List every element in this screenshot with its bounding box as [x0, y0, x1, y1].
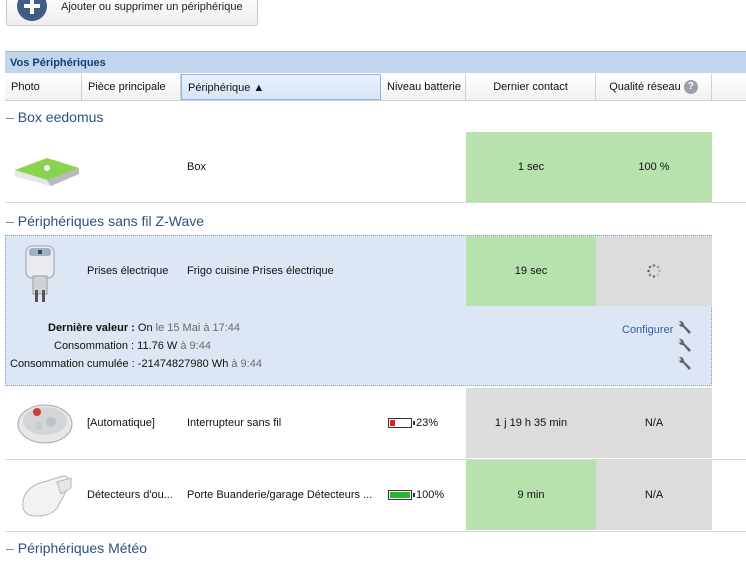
help-icon[interactable]: ?: [683, 80, 698, 95]
column-last-contact[interactable]: Dernier contact: [466, 74, 596, 100]
device-room[interactable]: Prises électrique: [87, 236, 181, 306]
device-name[interactable]: Porte Buanderie/garage Détecteurs ...: [187, 460, 381, 530]
column-network-label: Qualité réseau: [609, 81, 681, 93]
network-quality: N/A: [596, 388, 712, 458]
configure-link[interactable]: Configurer: [622, 324, 673, 336]
spinner-icon: [647, 264, 661, 278]
group-label: Box eedomus: [17, 109, 104, 125]
network-quality: 100 %: [596, 132, 712, 202]
panel-title: Vos Périphériques: [10, 57, 106, 69]
table-row-selected[interactable]: Prises électrique Frigo cuisine Prises é…: [5, 236, 746, 306]
row-divider: [5, 531, 746, 532]
table-row[interactable]: [Automatique] Interrupteur sans fil 23% …: [5, 388, 746, 458]
device-room[interactable]: Détecteurs d'ou...: [87, 460, 181, 530]
device-name[interactable]: Box: [187, 132, 377, 202]
group-meteo[interactable]: – Périphériques Météo: [5, 540, 746, 562]
battery-level: 100%: [388, 460, 466, 530]
detail-last-value: Dernière valeur : On le 15 Mai à 17:44: [48, 322, 240, 334]
column-device[interactable]: Périphérique ▲: [181, 74, 381, 100]
row-divider: [5, 202, 746, 203]
add-remove-device-label: Ajouter ou supprimer un périphérique: [61, 1, 243, 13]
device-name[interactable]: Interrupteur sans fil: [187, 388, 381, 458]
device-name[interactable]: Frigo cuisine Prises électrique: [187, 236, 381, 306]
network-quality: N/A: [596, 460, 712, 530]
last-contact: 1 j 19 h 35 min: [466, 388, 596, 458]
detail-last-value-time: le 15 Mai à 17:44: [155, 322, 241, 334]
group-label: Périphériques Météo: [17, 540, 147, 556]
detail-cumulative: Consommation cumulée : -21474827980 Wh à…: [10, 358, 262, 370]
column-photo[interactable]: Photo: [5, 74, 82, 100]
group-zwave[interactable]: – Périphériques sans fil Z-Wave: [5, 213, 746, 235]
wrench-icon[interactable]: [676, 320, 692, 336]
detail-last-value-value: On: [137, 322, 153, 334]
table-row[interactable]: Box 1 sec 100 %: [5, 132, 746, 202]
last-contact: 9 min: [466, 460, 596, 530]
column-network[interactable]: Qualité réseau?: [596, 74, 712, 100]
column-header-row: Photo Pièce principale Périphérique ▲ Ni…: [5, 74, 746, 101]
device-room[interactable]: [Automatique]: [87, 388, 181, 458]
last-contact: 1 sec: [466, 132, 596, 202]
battery-level: 23%: [388, 388, 466, 458]
battery-icon: [388, 490, 415, 500]
detail-consumption-value: 11.76 W: [137, 340, 178, 352]
wrench-icon[interactable]: [676, 338, 692, 354]
battery-value: 23%: [416, 417, 439, 429]
network-quality: [596, 236, 712, 306]
table-row[interactable]: Détecteurs d'ou... Porte Buanderie/garag…: [5, 460, 746, 530]
battery-value: 100%: [416, 489, 445, 501]
wrench-icon[interactable]: [676, 356, 692, 372]
add-icon: [17, 0, 47, 21]
last-contact: 19 sec: [466, 236, 596, 306]
detail-last-value-label: Dernière valeur :: [48, 322, 135, 334]
panel-header: Vos Périphériques: [5, 51, 746, 73]
device-photo-door-sensor: [17, 472, 77, 520]
column-room[interactable]: Pièce principale: [82, 74, 181, 100]
detail-consumption-time: à 9:44: [180, 340, 211, 352]
add-remove-device-button[interactable]: Ajouter ou supprimer un périphérique: [6, 0, 258, 26]
group-box-eedomus[interactable]: – Box eedomus: [5, 109, 746, 131]
battery-icon: [388, 418, 415, 428]
detail-consumption: Consommation : 11.76 W à 9:44: [54, 340, 211, 352]
detail-cumulative-label: Consommation cumulée :: [10, 358, 135, 370]
device-photo-remote: [15, 398, 75, 448]
detail-cumulative-time: à 9:44: [231, 358, 262, 370]
group-label: Périphériques sans fil Z-Wave: [17, 213, 205, 229]
detail-cumulative-value: -21474827980 Wh: [137, 358, 229, 370]
column-battery[interactable]: Niveau batterie: [381, 74, 466, 100]
device-photo-plug: [23, 240, 57, 304]
device-photo-box: [13, 150, 83, 190]
detail-consumption-label: Consommation :: [54, 340, 135, 352]
